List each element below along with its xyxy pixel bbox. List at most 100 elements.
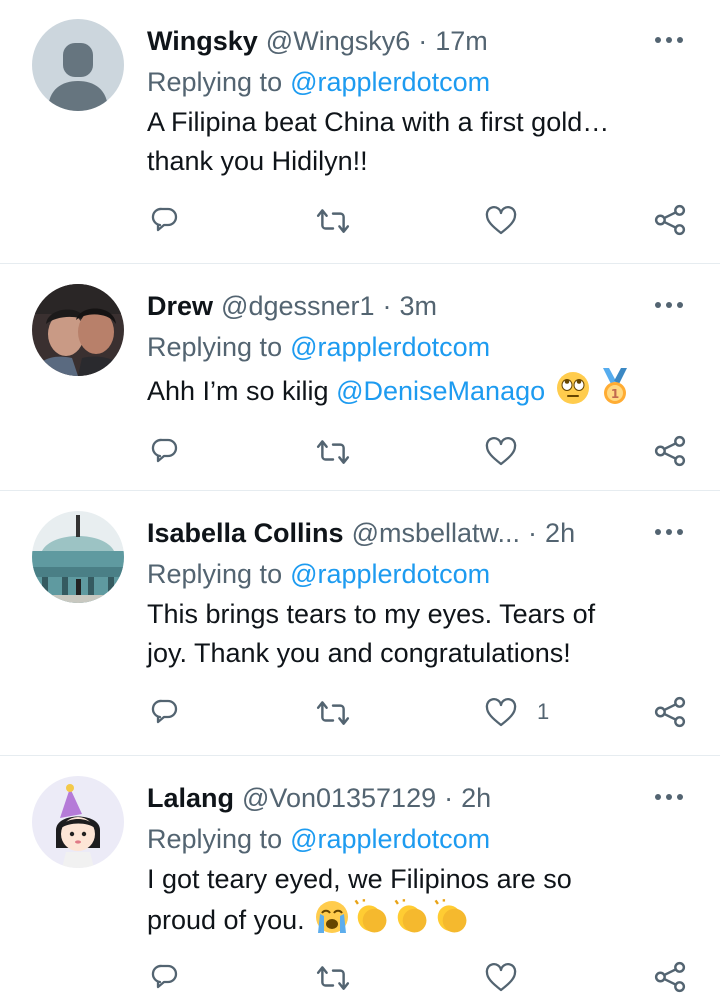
share-icon [654, 204, 686, 236]
share-button[interactable] [654, 955, 686, 999]
retweet-icon [316, 209, 350, 233]
rolling-eyes-emoji-icon [556, 372, 589, 404]
replying-to-line: Replying to @rapplerdotcom [147, 820, 490, 858]
more-button[interactable] [650, 522, 688, 542]
reply-icon [151, 964, 178, 989]
user-handle[interactable]: @msbellatw... [352, 518, 520, 549]
like-button[interactable] [485, 429, 537, 473]
user-handle[interactable]: @Von01357129 [242, 783, 436, 814]
reply-button[interactable] [149, 690, 181, 734]
separator: · [382, 290, 392, 321]
replying-to-mention[interactable]: @rapplerdotcom [290, 67, 490, 98]
timestamp[interactable]: 2h [461, 783, 491, 814]
tweet-text-line: Ahh I’m so kilig [147, 376, 329, 406]
photo-avatar-icon [32, 284, 124, 376]
share-button[interactable] [654, 690, 686, 734]
replying-to-label: Replying to [147, 558, 283, 589]
tweet-text: This brings tears to my eyes. Tears of j… [147, 595, 687, 673]
tweet-header: Wingsky @Wingsky6 · 17m [147, 21, 488, 61]
share-icon [654, 696, 686, 728]
tweet-text-line: A Filipina beat China with a first gold… [147, 107, 610, 137]
reply-button[interactable] [149, 955, 181, 999]
cartoon-girl-party-hat-avatar-icon [32, 776, 124, 868]
retweet-icon [316, 966, 350, 990]
more-icon [655, 37, 683, 43]
retweet-button[interactable] [316, 690, 350, 734]
replying-to-mention[interactable]: @rapplerdotcom [290, 824, 490, 855]
display-name[interactable]: Lalang [147, 783, 234, 814]
tweet-header: Isabella Collins @msbellatw... · 2h [147, 513, 575, 553]
tweet[interactable]: Lalang @Von01357129 · 2h Replying to @ra… [0, 757, 720, 1006]
reply-feed: Wingsky @Wingsky6 · 17m Replying to @rap… [0, 0, 720, 1006]
like-button[interactable]: 1 [485, 690, 549, 734]
timestamp[interactable]: 3m [400, 291, 438, 322]
more-button[interactable] [650, 295, 688, 315]
replying-to-mention[interactable]: @rapplerdotcom [290, 332, 490, 363]
tweet-text: A Filipina beat China with a first gold…… [147, 103, 687, 181]
replying-to-mention[interactable]: @rapplerdotcom [290, 559, 490, 590]
display-name[interactable]: Isabella Collins [147, 518, 344, 549]
display-name[interactable]: Wingsky [147, 26, 258, 57]
separator: · [418, 25, 428, 56]
tweet-text-line: I got teary eyed, we Filipinos are so [147, 864, 572, 894]
share-icon [654, 435, 686, 467]
retweet-button[interactable] [316, 429, 350, 473]
photo-avatar-icon [32, 511, 124, 603]
tweet-text: Ahh I’m so kilig @DeniseManago 1 [147, 368, 687, 411]
heart-icon [485, 697, 517, 727]
timestamp[interactable]: 17m [435, 26, 488, 57]
reply-icon [151, 207, 178, 232]
tweet-header: Drew @dgessner1 · 3m [147, 286, 437, 326]
tweet-text: I got teary eyed, we Filipinos are so pr… [147, 860, 687, 940]
avatar[interactable] [32, 511, 124, 603]
reply-button[interactable] [149, 429, 181, 473]
svg-text:1: 1 [611, 387, 619, 401]
clapping-hands-emoji-icon [352, 899, 391, 935]
gold-medal-emoji-icon: 1 [603, 368, 628, 404]
replying-to-line: Replying to @rapplerdotcom [147, 555, 490, 593]
loudly-crying-emoji-icon [316, 901, 349, 933]
replying-to-line: Replying to @rapplerdotcom [147, 328, 490, 366]
tweet-header: Lalang @Von01357129 · 2h [147, 778, 491, 818]
retweet-icon [316, 701, 350, 725]
avatar[interactable] [32, 776, 124, 868]
heart-icon [485, 962, 517, 992]
reply-icon [151, 438, 178, 463]
reply-icon [151, 699, 178, 724]
tweet[interactable]: Drew @dgessner1 · 3m Replying to @rapple… [0, 265, 720, 491]
action-bar [0, 429, 720, 473]
timestamp[interactable]: 2h [545, 518, 575, 549]
retweet-button[interactable] [316, 198, 350, 242]
more-icon [655, 529, 683, 535]
retweet-button[interactable] [316, 955, 350, 999]
action-bar [0, 198, 720, 242]
user-handle[interactable]: @dgessner1 [221, 291, 375, 322]
like-button[interactable] [485, 955, 537, 999]
more-button[interactable] [650, 30, 688, 50]
replying-to-label: Replying to [147, 331, 283, 362]
tweet[interactable]: Wingsky @Wingsky6 · 17m Replying to @rap… [0, 0, 720, 264]
heart-icon [485, 436, 517, 466]
more-button[interactable] [650, 787, 688, 807]
share-button[interactable] [654, 198, 686, 242]
clapping-hands-emoji-icon [432, 899, 471, 935]
like-count: 1 [537, 699, 550, 724]
like-button[interactable] [485, 198, 537, 242]
reply-button[interactable] [149, 198, 181, 242]
retweet-icon [316, 440, 350, 464]
tweet-text-line: joy. Thank you and congratulations! [147, 638, 571, 668]
heart-icon [485, 205, 517, 235]
user-handle[interactable]: @Wingsky6 [266, 26, 410, 57]
separator: · [528, 517, 538, 548]
replying-to-label: Replying to [147, 823, 283, 854]
tweet-text-line: proud of you. [147, 905, 305, 935]
avatar[interactable] [32, 19, 124, 111]
action-bar: 1 [0, 690, 720, 734]
more-icon [655, 302, 683, 308]
text-mention[interactable]: @DeniseManago [336, 376, 545, 406]
display-name[interactable]: Drew [147, 291, 213, 322]
share-button[interactable] [654, 429, 686, 473]
tweet[interactable]: Isabella Collins @msbellatw... · 2h Repl… [0, 492, 720, 756]
tweet-text-line: This brings tears to my eyes. Tears of [147, 599, 596, 629]
avatar[interactable] [32, 284, 124, 376]
